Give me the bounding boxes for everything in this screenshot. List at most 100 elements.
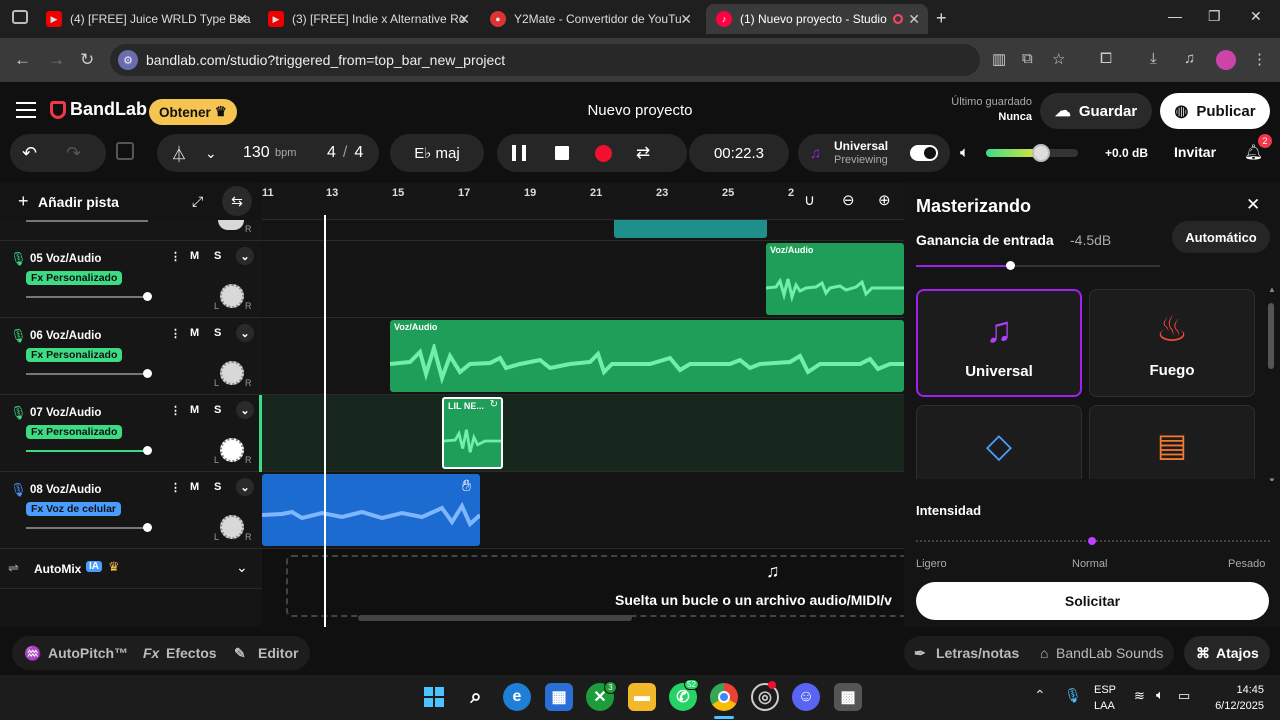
redo-icon[interactable]: ↷ xyxy=(66,143,81,164)
chevron-down-icon[interactable]: ⌄ xyxy=(236,559,248,576)
site-info-icon[interactable]: ⚙ xyxy=(118,50,138,70)
maximize-icon[interactable]: ❐ xyxy=(1208,8,1221,25)
browser-tab-1[interactable]: ▶ (4) [FREE] Juice WRLD Type Bea ✕ xyxy=(36,4,256,34)
preset-diamond[interactable]: ◇ xyxy=(916,405,1082,479)
save-state-icon[interactable] xyxy=(116,142,134,160)
audio-clip[interactable]: Voz/Audio xyxy=(390,320,904,392)
track-name[interactable]: 08 Voz/Audio xyxy=(30,484,101,496)
lane-07[interactable]: LIL NE... ↻ xyxy=(259,395,904,472)
master-volume-thumb[interactable] xyxy=(1032,144,1051,162)
stop-icon[interactable] xyxy=(555,146,569,160)
close-tab-icon[interactable]: ✕ xyxy=(680,11,692,28)
solo-button[interactable]: S xyxy=(214,327,221,339)
automix-row[interactable]: ⇌ AutoMix IA ♛ ⌄ xyxy=(0,549,262,589)
lane-08[interactable]: ✋︎ xyxy=(262,472,904,549)
gain-slider[interactable] xyxy=(916,261,1160,270)
track-menu-icon[interactable]: ⋮ xyxy=(170,481,181,494)
track-menu-icon[interactable]: ⋮ xyxy=(170,250,181,263)
track-row-08[interactable]: 🎙︎ 08 Voz/Audio Fx Voz de celular ⋮ M S … xyxy=(0,472,262,549)
autopitch-button[interactable]: AutoPitch™ xyxy=(48,645,128,661)
close-tab-icon[interactable]: ✕ xyxy=(458,11,470,28)
track-row-07[interactable]: 🎙︎ 07 Voz/Audio Fx Personalizado ⋮ M S ⌄… xyxy=(0,395,262,472)
mastering-toggle[interactable] xyxy=(910,145,938,161)
chevron-down-icon[interactable]: ⌄ xyxy=(236,324,254,342)
chrome-icon[interactable] xyxy=(710,683,738,711)
pan-knob[interactable] xyxy=(220,515,244,539)
lane-partial[interactable] xyxy=(262,220,904,241)
automation-icon[interactable]: ⤢ xyxy=(192,193,203,210)
volume-slider[interactable] xyxy=(26,373,148,375)
apply-mastering-button[interactable]: Solicitar xyxy=(916,582,1269,620)
reload-icon[interactable]: ↻ xyxy=(80,50,94,70)
chevron-down-icon[interactable]: ⌄ xyxy=(236,247,254,265)
metronome-dropdown-icon[interactable]: ⌄ xyxy=(205,145,217,162)
fx-badge[interactable]: Fx Voz de celular xyxy=(26,502,121,516)
audio-clip[interactable]: Voz/Audio xyxy=(766,243,904,315)
gta-icon[interactable]: ▩ xyxy=(834,683,862,711)
close-tab-icon[interactable]: ✕ xyxy=(908,11,920,28)
horizontal-scrollbar[interactable] xyxy=(358,615,632,621)
undo-icon[interactable]: ↶ xyxy=(22,143,37,164)
close-panel-icon[interactable]: ✕ xyxy=(1246,195,1260,215)
preset-fuego[interactable]: ♨ Fuego xyxy=(1089,289,1255,397)
presets-scrollbar[interactable]: ▲ ▼ xyxy=(1268,285,1276,485)
snap-magnet-icon[interactable]: ∪ xyxy=(804,191,815,209)
pan-knob[interactable] xyxy=(220,284,244,308)
lyrics-button[interactable]: Letras/notas xyxy=(936,645,1019,661)
pan-knob[interactable] xyxy=(218,220,244,230)
back-icon[interactable]: ← xyxy=(14,50,31,70)
mute-button[interactable]: M xyxy=(190,327,199,339)
search-icon[interactable]: ⌕ xyxy=(462,683,490,711)
reading-mode-icon[interactable]: ▥ xyxy=(992,50,1006,68)
downloads-icon[interactable]: ⤓ xyxy=(1150,50,1157,67)
fx-badge[interactable]: Fx Personalizado xyxy=(26,271,123,285)
install-app-icon[interactable]: ⧉ xyxy=(1022,50,1033,67)
hamburger-menu-icon[interactable] xyxy=(16,102,36,118)
lane-05[interactable]: Voz/Audio xyxy=(262,241,904,318)
new-tab-button[interactable]: + xyxy=(936,8,947,29)
intensity-thumb[interactable] xyxy=(1088,537,1096,545)
audio-clip[interactable] xyxy=(262,474,480,546)
project-title[interactable]: Nuevo proyecto xyxy=(540,102,740,119)
auto-button[interactable]: Automático xyxy=(1172,221,1270,253)
metronome-icon[interactable]: ⏃ xyxy=(171,141,187,165)
lane-06[interactable]: Voz/Audio xyxy=(262,318,904,395)
save-button[interactable]: ☁ Guardar xyxy=(1040,93,1152,129)
volume-tray-icon[interactable]: 🔈︎ xyxy=(1156,687,1164,703)
clock-time[interactable]: 14:45 xyxy=(1200,684,1264,696)
bandlab-sounds-button[interactable]: BandLab Sounds xyxy=(1056,645,1163,661)
bookmark-star-icon[interactable]: ☆ xyxy=(1052,50,1065,68)
battery-icon[interactable]: ▭ xyxy=(1178,688,1190,704)
volume-slider[interactable] xyxy=(26,450,148,452)
speaker-icon[interactable]: 🔈︎ xyxy=(960,144,969,161)
loop-clip-icon[interactable]: ↻ xyxy=(490,399,498,410)
invite-button[interactable]: Invitar xyxy=(1174,144,1216,160)
extensions-icon[interactable]: ⧠ xyxy=(1100,50,1112,67)
editor-button[interactable]: Editor xyxy=(258,645,298,661)
track-name[interactable]: 07 Voz/Audio xyxy=(30,407,101,419)
bandlab-logo[interactable]: BandLab xyxy=(50,99,147,120)
playhead[interactable] xyxy=(324,215,326,627)
keyboard-layout-indicator[interactable]: LAA xyxy=(1094,700,1115,712)
pan-knob[interactable] xyxy=(220,438,244,462)
record-icon[interactable] xyxy=(595,144,612,162)
windows-start-icon[interactable] xyxy=(420,683,448,711)
window-close-icon[interactable]: ✕ xyxy=(1250,8,1262,25)
loop-icon[interactable]: ⇄ xyxy=(636,143,650,163)
track-row-06[interactable]: 🎙︎ 06 Voz/Audio Fx Personalizado ⋮ M S ⌄… xyxy=(0,318,262,395)
effects-button[interactable]: Efectos xyxy=(166,645,217,661)
zoom-out-icon[interactable]: ⊖ xyxy=(842,191,855,209)
chevron-down-icon[interactable]: ⌄ xyxy=(236,478,254,496)
publish-button[interactable]: ◍ Publicar xyxy=(1160,93,1270,129)
forward-icon[interactable]: → xyxy=(48,50,65,70)
volume-knob[interactable] xyxy=(143,292,152,301)
browser-tab-2[interactable]: ▶ (3) [FREE] Indie x Alternative Ro ✕ xyxy=(258,4,478,34)
add-track-button[interactable]: Añadir pista xyxy=(38,194,119,210)
timeline-ruler[interactable]: 11 13 15 17 19 21 23 25 2 ∪ ⊖ ⊕ xyxy=(262,183,904,220)
store-icon[interactable]: ▦ xyxy=(545,683,573,711)
discord-icon[interactable]: ☺ xyxy=(792,683,820,711)
fx-badge[interactable]: Fx Personalizado xyxy=(26,348,123,362)
shortcuts-button[interactable]: ⌘ Atajos xyxy=(1184,636,1270,670)
mute-button[interactable]: M xyxy=(190,481,199,493)
close-tab-icon[interactable]: ✕ xyxy=(236,11,248,28)
